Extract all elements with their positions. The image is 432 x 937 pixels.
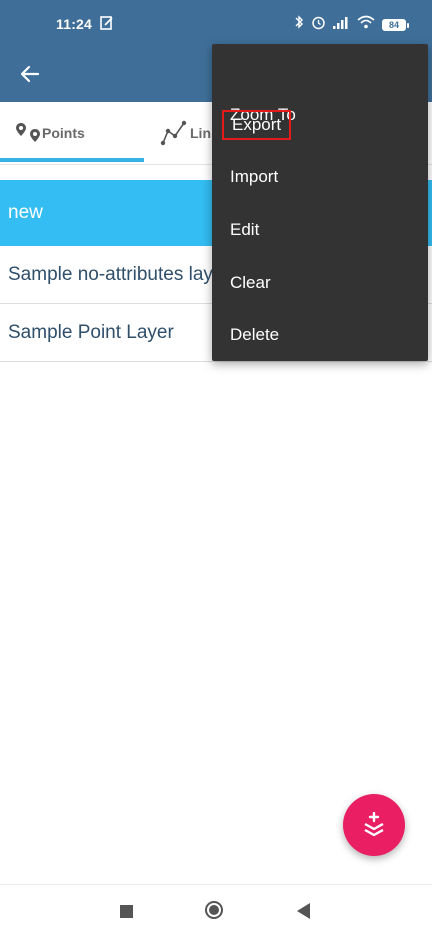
menu-item-edit[interactable]: Edit [230, 215, 259, 245]
layer-name: new [8, 202, 43, 223]
menu-item-export[interactable]: Export [222, 110, 292, 140]
layer-name: Sample no-attributes layer [8, 263, 230, 285]
home-button[interactable] [205, 901, 223, 919]
tab-lines[interactable]: Lin [160, 102, 211, 164]
tab-points[interactable]: Points [14, 102, 85, 164]
menu-item-import[interactable]: Import [230, 162, 278, 192]
battery-icon: 84 [382, 18, 409, 31]
status-time: 11:24 [56, 16, 93, 32]
note-edit-icon [100, 15, 114, 36]
map-pins-icon [16, 123, 40, 142]
wifi-icon [357, 15, 375, 34]
recents-button[interactable] [120, 905, 133, 918]
menu-item-clear[interactable]: Clear [230, 268, 271, 298]
tab-indicator [0, 158, 144, 162]
back-button[interactable] [14, 58, 46, 90]
tab-points-label: Points [42, 125, 85, 141]
add-layer-button[interactable] [343, 794, 405, 856]
layer-name: Sample Point Layer [8, 321, 174, 343]
signal-icon [333, 16, 350, 34]
menu-item-delete[interactable]: Delete [230, 320, 279, 350]
bluetooth-icon [294, 14, 304, 35]
system-nav-bar [0, 884, 432, 937]
nav-back-button[interactable] [297, 903, 310, 919]
add-layer-icon [364, 812, 384, 837]
status-bar: 11:24 84 [0, 0, 432, 48]
status-icons: 84 [294, 14, 409, 35]
overflow-menu: Zoom To Export Import Edit Clear Delete [212, 44, 428, 361]
tab-lines-label: Lin [190, 125, 211, 141]
arrow-left-icon [20, 65, 40, 83]
alarm-icon [311, 15, 326, 35]
polyline-icon [160, 120, 187, 146]
